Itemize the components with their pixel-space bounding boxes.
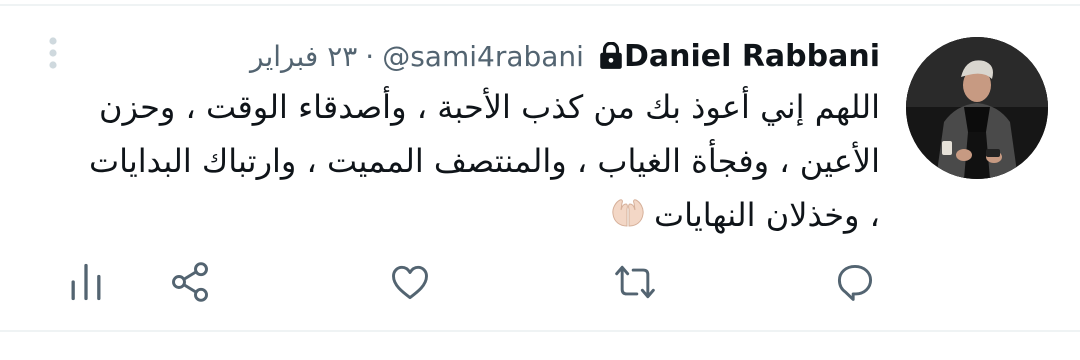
analytics-icon[interactable] [60,256,112,308]
more-vertical-icon[interactable] [42,36,64,72]
like-icon[interactable] [384,256,436,308]
tweet-header: Daniel Rabbani @sami4rabani · ٢٣ فبراير [250,33,880,79]
praying-hands-icon [608,190,648,244]
profile-photo [906,37,1048,179]
user-handle[interactable]: @sami4rabani [382,40,584,73]
tweet-text: اللهم إني أعوذ بك من كذب الأحبة ، وأصدقا… [80,80,880,244]
tweet-date[interactable]: ٢٣ فبراير [250,40,357,73]
tweet-actions [0,256,1080,308]
separator-dot: · [365,39,375,73]
retweet-icon[interactable] [609,256,661,308]
avatar[interactable] [906,37,1048,179]
reply-icon[interactable] [829,256,881,308]
top-divider [0,4,1080,6]
display-name[interactable]: Daniel Rabbani [624,39,880,74]
share-icon[interactable] [164,256,216,308]
lock-icon [598,41,626,71]
bottom-divider [0,330,1080,332]
tweet-body: اللهم إني أعوذ بك من كذب الأحبة ، وأصدقا… [88,88,880,234]
